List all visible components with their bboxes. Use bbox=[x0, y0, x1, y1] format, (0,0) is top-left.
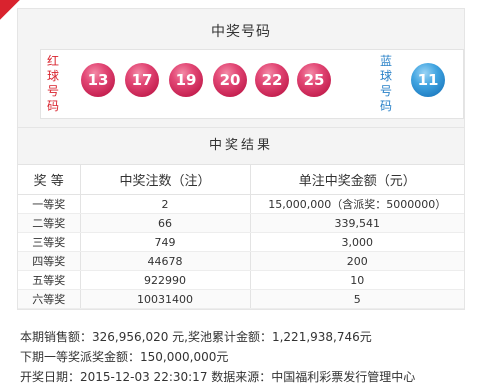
lottery-panel: 中奖号码 红 球 号 码 13 17 19 20 22 25 蓝 球 号 码 1… bbox=[17, 8, 465, 310]
winner-count: 66 bbox=[79, 213, 250, 233]
table-row: 六等奖 10031400 5 bbox=[18, 289, 464, 309]
prize-amount: 339,541 bbox=[249, 213, 464, 233]
winner-count: 10031400 bbox=[79, 289, 250, 309]
winner-count: 44678 bbox=[79, 251, 250, 271]
sales-info: 本期销售额：326,956,020 元,奖池累计金额：1,221,938,746… bbox=[20, 330, 372, 344]
red-ball-label: 红 球 号 码 bbox=[46, 54, 59, 113]
red-ball: 19 bbox=[169, 63, 203, 97]
blue-ball-label: 蓝 球 号 码 bbox=[379, 54, 392, 113]
prize-amount: 5 bbox=[249, 289, 464, 309]
table-row: 二等奖 66 339,541 bbox=[18, 213, 464, 233]
table-row: 三等奖 749 3,000 bbox=[18, 232, 464, 252]
red-ball: 17 bbox=[125, 63, 159, 97]
red-ball: 13 bbox=[81, 63, 115, 97]
red-ball: 22 bbox=[255, 63, 289, 97]
column-header-level: 奖 等 bbox=[18, 164, 80, 195]
prize-amount: 3,000 bbox=[249, 232, 464, 252]
table-header-row: 奖 等 中奖注数（注） 单注中奖金额（元） bbox=[18, 164, 464, 195]
prize-amount: 15,000,000（含派奖：5000000） bbox=[249, 194, 464, 214]
prize-level: 一等奖 bbox=[18, 194, 80, 214]
winner-count: 749 bbox=[79, 232, 250, 252]
table-row: 一等奖 2 15,000,000（含派奖：5000000） bbox=[18, 194, 464, 214]
prize-level: 二等奖 bbox=[18, 213, 80, 233]
prize-table: 奖 等 中奖注数（注） 单注中奖金额（元） 一等奖 2 15,000,000（含… bbox=[18, 164, 464, 309]
table-row: 五等奖 922990 10 bbox=[18, 270, 464, 290]
prize-level: 四等奖 bbox=[18, 251, 80, 271]
prize-amount: 10 bbox=[249, 270, 464, 290]
winner-count: 922990 bbox=[79, 270, 250, 290]
next-bonus-info: 下期一等奖派奖金额：150,000,000元 bbox=[20, 350, 229, 364]
prize-level: 六等奖 bbox=[18, 289, 80, 309]
prize-results-title: 中奖结果 bbox=[18, 128, 464, 164]
winning-numbers-area: 中奖号码 红 球 号 码 13 17 19 20 22 25 蓝 球 号 码 1… bbox=[18, 9, 464, 127]
winner-count: 2 bbox=[79, 194, 250, 214]
table-row: 四等奖 44678 200 bbox=[18, 251, 464, 271]
draw-info: 本期销售额：326,956,020 元,奖池累计金额：1,221,938,746… bbox=[20, 327, 415, 385]
prize-results-section: 中奖结果 奖 等 中奖注数（注） 单注中奖金额（元） 一等奖 2 15,000,… bbox=[18, 127, 464, 309]
column-header-count: 中奖注数（注） bbox=[79, 164, 250, 195]
column-header-amount: 单注中奖金额（元） bbox=[249, 164, 464, 195]
prize-amount: 200 bbox=[249, 251, 464, 271]
blue-ball: 11 bbox=[411, 63, 445, 97]
red-ball: 25 bbox=[297, 63, 331, 97]
draw-date-info: 开奖日期：2015-12-03 22:30:17 数据来源：中国福利彩票发行管理… bbox=[20, 370, 416, 384]
numbers-box: 红 球 号 码 13 17 19 20 22 25 蓝 球 号 码 11 bbox=[40, 49, 464, 119]
prize-level: 五等奖 bbox=[18, 270, 80, 290]
red-ball: 20 bbox=[213, 63, 247, 97]
prize-level: 三等奖 bbox=[18, 232, 80, 252]
winning-numbers-title: 中奖号码 bbox=[211, 24, 271, 40]
